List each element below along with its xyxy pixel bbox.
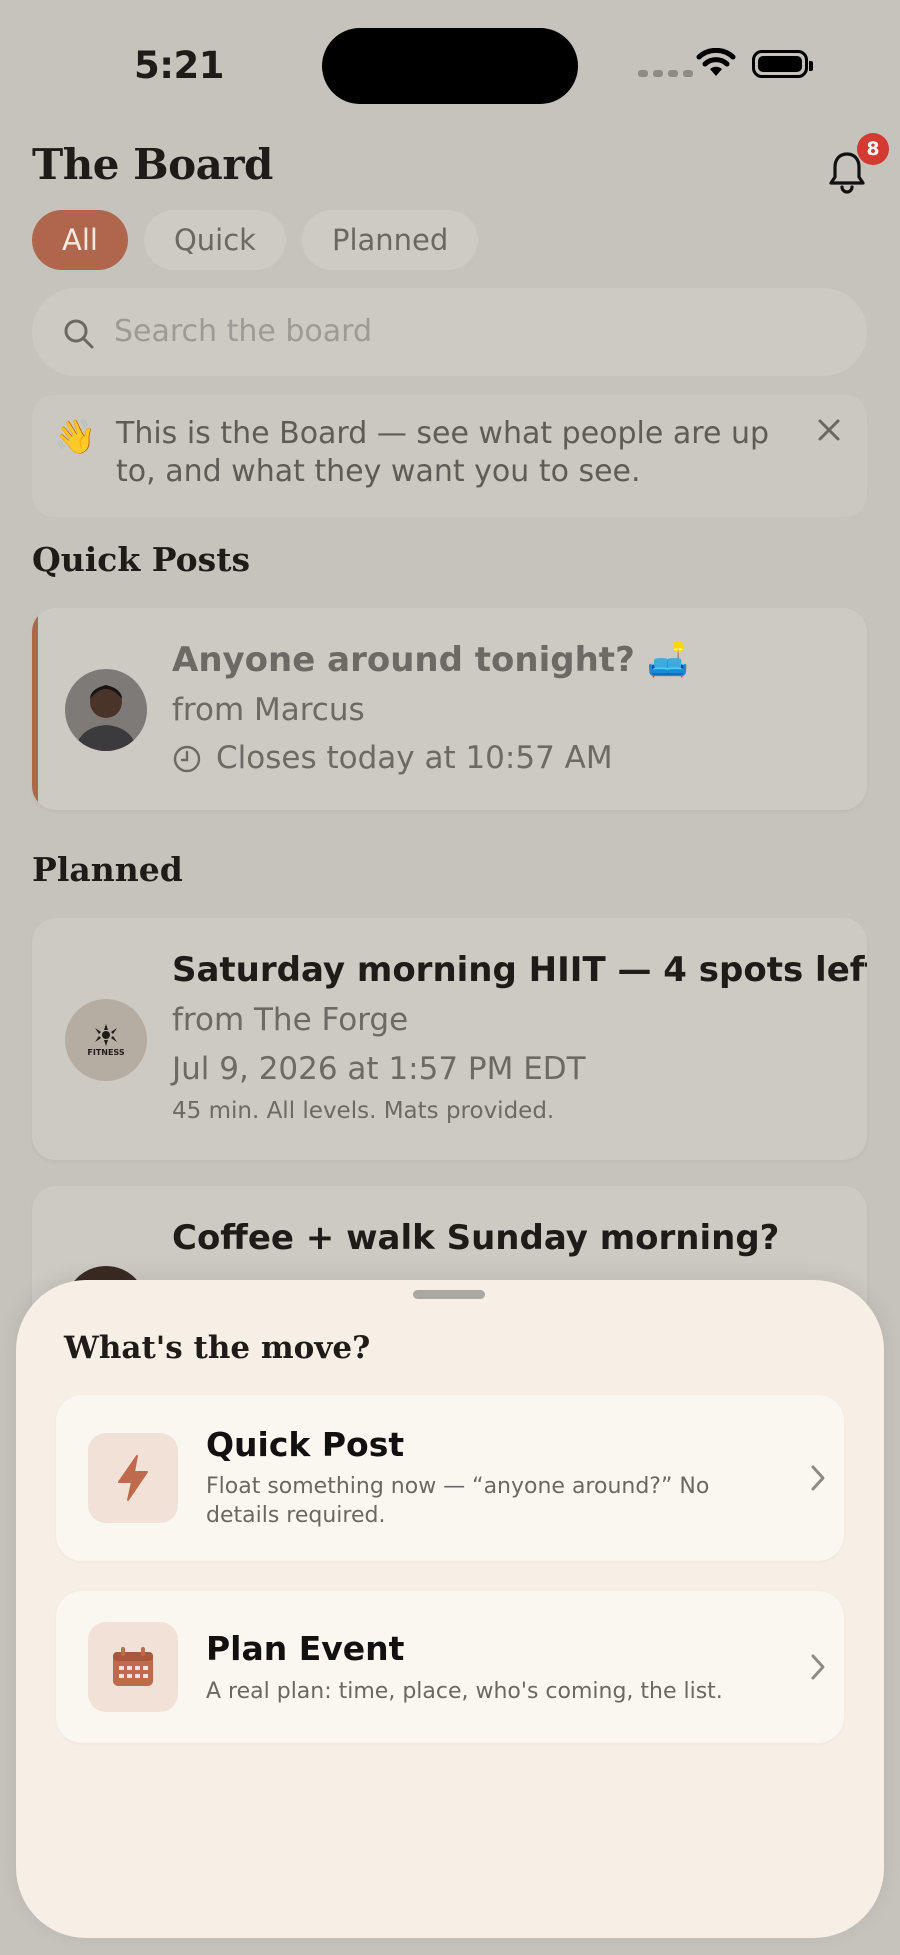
quick-post-option[interactable]: Quick Post Float something now — “anyone… bbox=[56, 1395, 844, 1561]
lightning-icon bbox=[88, 1433, 178, 1523]
chevron-right-icon bbox=[811, 1654, 825, 1680]
planned-event-card[interactable]: FITNESS Saturday morning HIIT — 4 spots … bbox=[32, 918, 867, 1160]
filter-chips: All Quick Planned bbox=[32, 210, 479, 270]
card-author: from Marcus bbox=[172, 692, 365, 728]
create-post-sheet: What's the move? Quick Post Float someth… bbox=[16, 1280, 884, 1938]
quick-post-card[interactable]: Anyone around tonight? 🛋️ from Marcus Cl… bbox=[32, 608, 867, 810]
status-bar: 5:21 bbox=[0, 0, 900, 130]
filter-chip-all[interactable]: All bbox=[32, 210, 128, 270]
section-heading-planned: Planned bbox=[32, 850, 183, 889]
card-title: Coffee + walk Sunday morning? bbox=[172, 1218, 780, 1258]
search-placeholder: Search the board bbox=[114, 314, 373, 349]
notification-badge: 8 bbox=[857, 133, 889, 165]
filter-chip-quick[interactable]: Quick bbox=[143, 210, 286, 270]
filter-chip-planned[interactable]: Planned bbox=[301, 210, 479, 270]
card-details: 45 min. All levels. Mats provided. bbox=[172, 1098, 555, 1124]
waving-hand-icon: 👋 bbox=[54, 417, 97, 457]
option-description: Float something now — “anyone around?” N… bbox=[206, 1474, 710, 1528]
option-description: A real plan: time, place, who's coming, … bbox=[206, 1679, 723, 1704]
sheet-title: What's the move? bbox=[64, 1330, 371, 1366]
fitness-logo-icon bbox=[95, 1023, 117, 1046]
calendar-icon bbox=[88, 1622, 178, 1712]
clock-icon bbox=[173, 745, 201, 773]
intro-banner: 👋 This is the Board — see what people ar… bbox=[32, 395, 867, 517]
page-title: The Board bbox=[32, 140, 273, 189]
banner-text: This is the Board — see what people are … bbox=[116, 416, 769, 489]
option-title: Plan Event bbox=[206, 1629, 405, 1668]
card-title: Anyone around tonight? 🛋️ bbox=[172, 640, 689, 680]
avatar-logo-text: FITNESS bbox=[87, 1047, 125, 1057]
card-author: from The Forge bbox=[172, 1002, 409, 1038]
plan-event-option[interactable]: Plan Event A real plan: time, place, who… bbox=[56, 1591, 844, 1743]
sheet-drag-handle[interactable] bbox=[413, 1290, 485, 1299]
battery-icon bbox=[752, 50, 813, 78]
status-time: 5:21 bbox=[134, 44, 225, 87]
card-accent-bar bbox=[32, 608, 38, 810]
search-input[interactable]: Search the board bbox=[32, 288, 867, 376]
search-icon bbox=[64, 319, 94, 349]
card-datetime: Jul 9, 2026 at 1:57 PM EDT bbox=[172, 1051, 586, 1087]
cellular-signal-icon bbox=[638, 70, 693, 77]
dynamic-island bbox=[322, 28, 578, 104]
wifi-icon bbox=[696, 48, 736, 76]
section-heading-quick-posts: Quick Posts bbox=[32, 540, 251, 579]
close-icon[interactable] bbox=[814, 415, 844, 445]
option-title: Quick Post bbox=[206, 1425, 405, 1464]
avatar: FITNESS bbox=[65, 999, 147, 1081]
chevron-right-icon bbox=[811, 1465, 825, 1491]
avatar bbox=[65, 669, 147, 751]
card-title: Saturday morning HIIT — 4 spots left bbox=[172, 950, 867, 990]
card-closes-time: Closes today at 10:57 AM bbox=[216, 740, 613, 776]
